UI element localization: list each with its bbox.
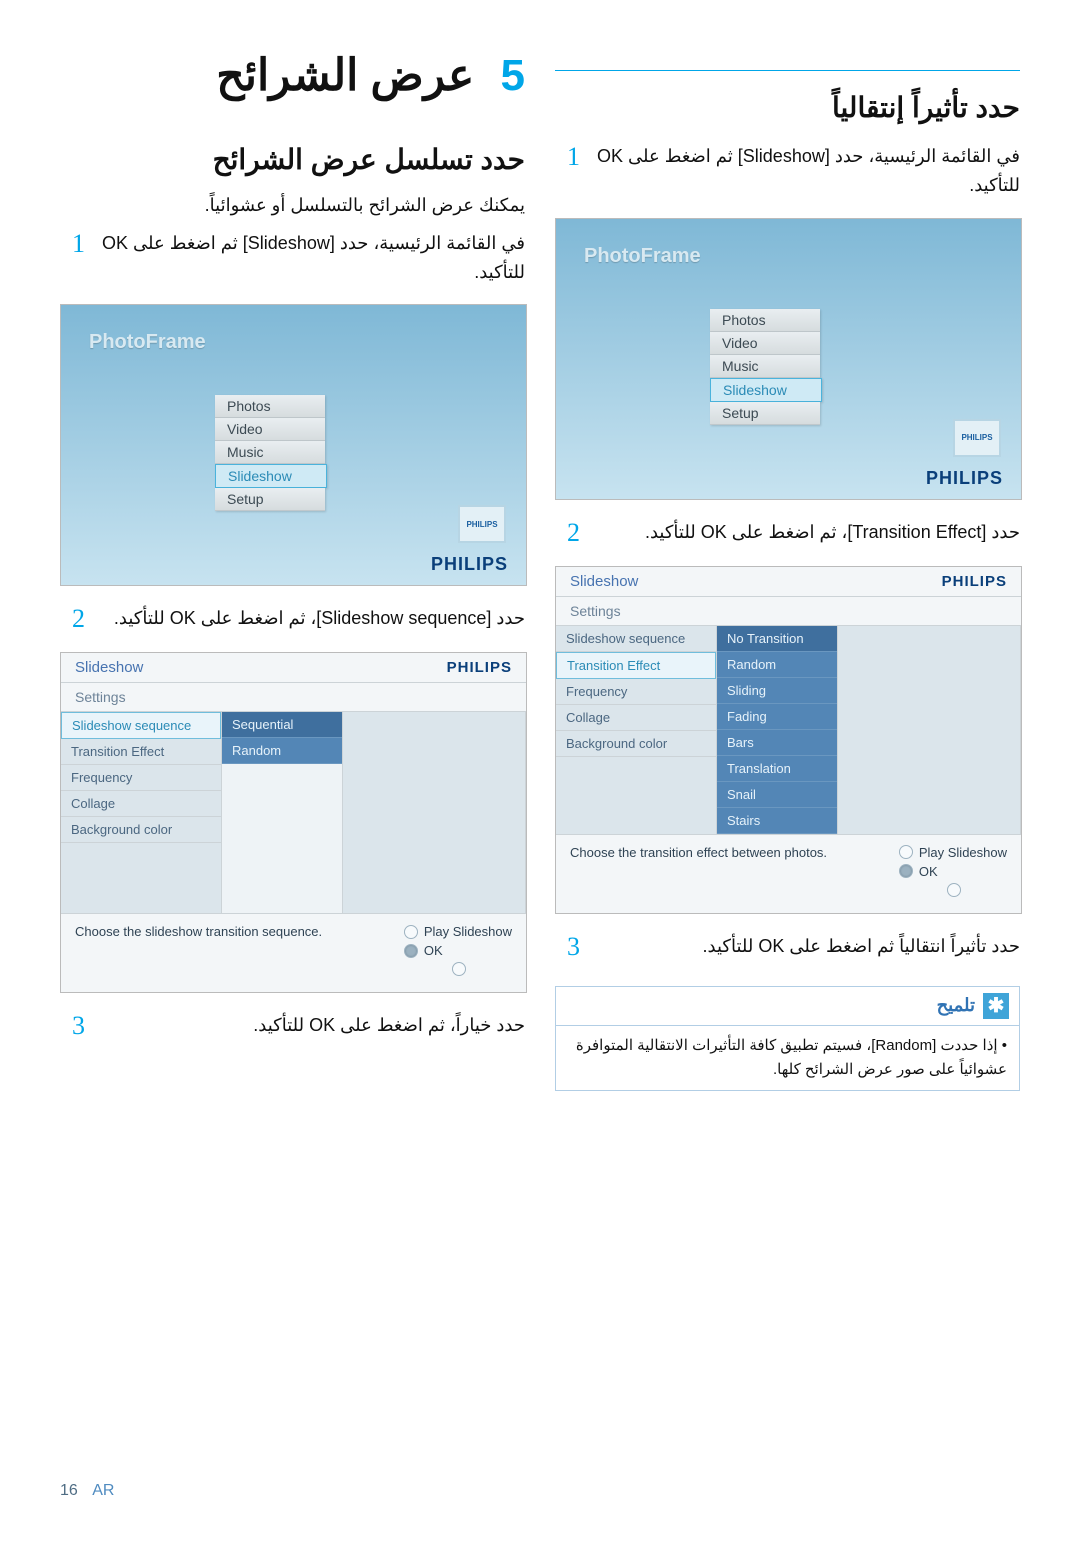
philips-brand: PHILIPS bbox=[447, 659, 512, 676]
asterisk-icon: ✱ bbox=[983, 993, 1009, 1019]
ss-foot-text: Choose the transition effect between pho… bbox=[570, 845, 827, 860]
section-heading-sequence: حدد تسلسل عرض الشرائح bbox=[60, 143, 525, 176]
step-r3: 3 حدد تأثيراً انتقالياً ثم اضغط على OK ل… bbox=[555, 932, 1020, 962]
pf-item: Setup bbox=[215, 488, 325, 511]
tip-body: إذا حددت [Random]، فسيتم تطبيق كافة التأ… bbox=[556, 1026, 1019, 1090]
tip-box: ✱ تلميح إذا حددت [Random]، فسيتم تطبيق ك… bbox=[555, 986, 1020, 1091]
step-r1: 1 في القائمة الرئيسية، حدد [Slideshow] ث… bbox=[555, 142, 1020, 200]
pf-item: Video bbox=[710, 332, 820, 355]
pf-item: Music bbox=[215, 441, 325, 464]
philips-brand: PHILIPS bbox=[926, 468, 1003, 489]
pf-item: Setup bbox=[710, 402, 820, 425]
ss-cell-b: Random bbox=[717, 652, 837, 678]
ss-header: Slideshow PHILIPS bbox=[556, 567, 1021, 597]
ss-cell: Background color bbox=[556, 731, 716, 757]
pf-item-selected: Slideshow bbox=[710, 378, 822, 402]
page-footer: 16 AR bbox=[60, 1482, 114, 1500]
ss-ok-row: OK bbox=[404, 943, 512, 958]
pf-title: PhotoFrame bbox=[89, 331, 206, 354]
ss-cell-b: Random bbox=[222, 738, 342, 764]
step-number: 2 bbox=[567, 518, 591, 548]
pf-item: Music bbox=[710, 355, 820, 378]
ss-col-a: Slideshow sequence Transition Effect Fre… bbox=[61, 712, 222, 913]
pf-item: Photos bbox=[710, 309, 820, 332]
ss-header: Slideshow PHILIPS bbox=[61, 653, 526, 683]
pf-mini-logo: PHILIPS bbox=[458, 505, 506, 543]
ss-col-a: Slideshow sequence Transition Effect Fre… bbox=[556, 626, 717, 834]
step-text: في القائمة الرئيسية، حدد [Slideshow] ثم … bbox=[96, 229, 525, 287]
page-number: 16 bbox=[60, 1482, 78, 1499]
ss-cell-b: Bars bbox=[717, 730, 837, 756]
ss-cell: Frequency bbox=[61, 765, 221, 791]
ss-cell-b: Stairs bbox=[717, 808, 837, 834]
ss-cell-selected: Transition Effect bbox=[556, 652, 716, 679]
ss-play-row: Play Slideshow bbox=[899, 845, 1007, 860]
pf-item: Video bbox=[215, 418, 325, 441]
divider bbox=[555, 70, 1020, 71]
ss-cell: Slideshow sequence bbox=[556, 626, 716, 652]
step-text: في القائمة الرئيسية، حدد [Slideshow] ثم … bbox=[591, 142, 1020, 200]
ss-footer: Choose the slideshow transition sequence… bbox=[61, 913, 526, 992]
step-text: حدد خياراً، ثم اضغط على OK للتأكيد. bbox=[96, 1011, 525, 1040]
step-r2: 2 حدد [Transition Effect]، ثم اضغط على O… bbox=[555, 518, 1020, 548]
ss-ok-row: OK bbox=[899, 864, 1007, 879]
lang-label: AR bbox=[92, 1482, 114, 1499]
photoframe-screenshot: PhotoFrame Photos Video Music Slideshow … bbox=[555, 218, 1022, 500]
ss-title: Slideshow bbox=[75, 659, 143, 676]
chapter-title: 5 عرض الشرائح bbox=[60, 50, 525, 103]
slideshow-effect-screenshot: Slideshow PHILIPS Settings Slideshow seq… bbox=[555, 566, 1022, 914]
step-text: حدد تأثيراً انتقالياً ثم اضغط على OK للت… bbox=[591, 932, 1020, 961]
ss-cell: Collage bbox=[61, 791, 221, 817]
ss-col-b: No Transition Random Sliding Fading Bars… bbox=[717, 626, 838, 834]
ss-cell-b-selected: No Transition bbox=[717, 626, 837, 652]
ss-cell-b-selected: Sequential bbox=[222, 712, 342, 738]
ss-cell-b: Snail bbox=[717, 782, 837, 808]
step-1: 1 في القائمة الرئيسية، حدد [Slideshow] ث… bbox=[60, 229, 525, 287]
pf-title: PhotoFrame bbox=[584, 245, 701, 268]
philips-brand: PHILIPS bbox=[431, 554, 508, 575]
step-number: 2 bbox=[72, 604, 96, 634]
ss-subtitle: Settings bbox=[61, 683, 526, 712]
ss-title: Slideshow bbox=[570, 573, 638, 590]
ss-cell: Background color bbox=[61, 817, 221, 843]
step-number: 3 bbox=[567, 932, 591, 962]
section-heading-transition: حدد تأثيراً إنتقالياً bbox=[555, 91, 1020, 124]
ss-cell-b: Sliding bbox=[717, 678, 837, 704]
step-number: 3 bbox=[72, 1011, 96, 1041]
ss-play-row: Play Slideshow bbox=[404, 924, 512, 939]
ss-cell-b: Translation bbox=[717, 756, 837, 782]
ss-cell: Transition Effect bbox=[61, 739, 221, 765]
step-text: حدد [Slideshow sequence]، ثم اضغط على OK… bbox=[96, 604, 525, 633]
tip-title: تلميح bbox=[937, 995, 975, 1016]
pf-mini-logo: PHILIPS bbox=[953, 419, 1001, 457]
ss-foot-text: Choose the slideshow transition sequence… bbox=[75, 924, 322, 939]
ss-cell-b: Fading bbox=[717, 704, 837, 730]
step-3: 3 حدد خياراً، ثم اضغط على OK للتأكيد. bbox=[60, 1011, 525, 1041]
step-number: 1 bbox=[72, 229, 96, 259]
pf-menu: Photos Video Music Slideshow Setup bbox=[710, 309, 822, 425]
ss-cell-selected: Slideshow sequence bbox=[61, 712, 221, 739]
pf-item: Photos bbox=[215, 395, 325, 418]
photoframe-screenshot: PhotoFrame Photos Video Music Slideshow … bbox=[60, 304, 527, 586]
ss-footer: Choose the transition effect between pho… bbox=[556, 834, 1021, 913]
pf-menu: Photos Video Music Slideshow Setup bbox=[215, 395, 327, 511]
chapter-number: 5 bbox=[501, 51, 525, 100]
ss-col-b: Sequential Random bbox=[222, 712, 343, 913]
step-text: حدد [Transition Effect]، ثم اضغط على OK … bbox=[591, 518, 1020, 547]
step-number: 1 bbox=[567, 142, 591, 172]
ss-cell: Frequency bbox=[556, 679, 716, 705]
step-2: 2 حدد [Slideshow sequence]، ثم اضغط على … bbox=[60, 604, 525, 634]
intro-text: يمكنك عرض الشرائح بالتسلسل أو عشوائياً. bbox=[60, 192, 525, 219]
slideshow-seq-screenshot: Slideshow PHILIPS Settings Slideshow seq… bbox=[60, 652, 527, 993]
ss-subtitle: Settings bbox=[556, 597, 1021, 626]
philips-brand: PHILIPS bbox=[942, 573, 1007, 590]
ss-cell: Collage bbox=[556, 705, 716, 731]
pf-item-selected: Slideshow bbox=[215, 464, 327, 488]
chapter-text: عرض الشرائح bbox=[216, 51, 474, 100]
